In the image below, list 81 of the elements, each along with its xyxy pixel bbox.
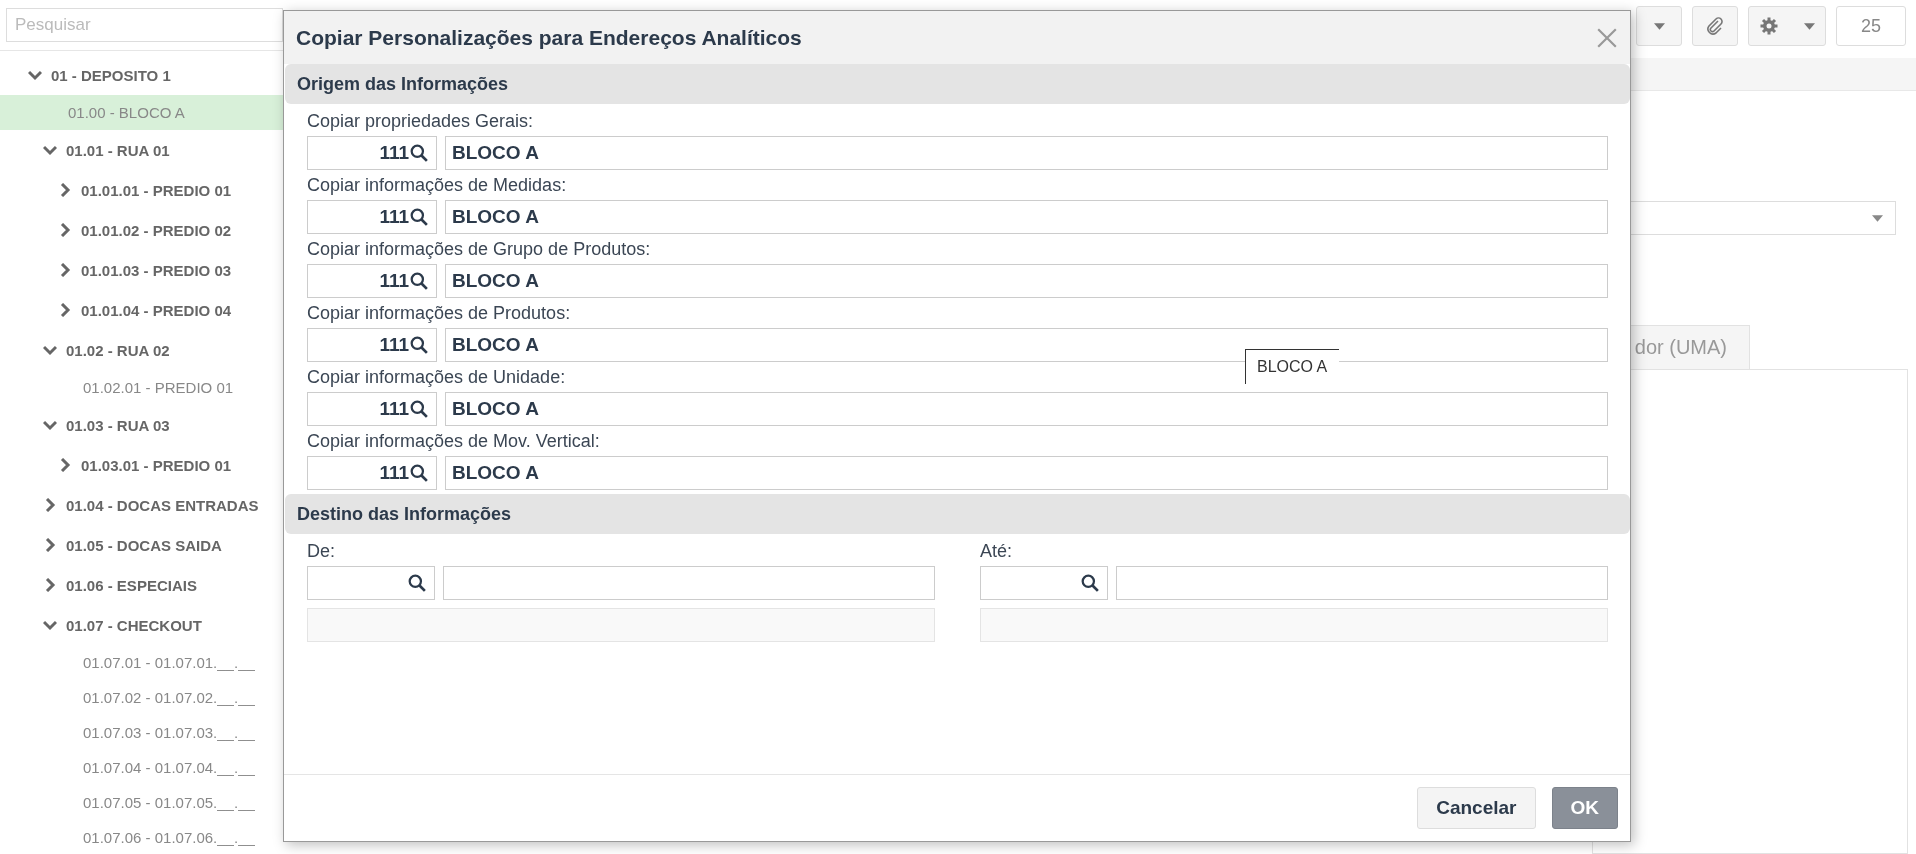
chevron-right-icon xyxy=(43,578,57,592)
settings-button[interactable] xyxy=(1748,6,1826,46)
tree-item[interactable]: 01.01 - RUA 01 xyxy=(0,130,283,170)
chevron-down-icon xyxy=(43,343,57,357)
name-field[interactable]: BLOCO A xyxy=(445,392,1608,426)
tree-item[interactable]: 01.01.03 - PREDIO 03 xyxy=(0,250,283,290)
close-icon[interactable] xyxy=(1596,26,1618,49)
search-icon[interactable] xyxy=(410,336,428,354)
code-field[interactable]: 111 xyxy=(307,136,437,170)
search-icon[interactable] xyxy=(410,400,428,418)
chevron-down-icon xyxy=(43,143,57,157)
tree-item[interactable]: 01.07.02 - 01.07.02.__.__ xyxy=(0,680,283,715)
caret-icon xyxy=(1872,214,1883,222)
tree-item[interactable]: 01.04 - DOCAS ENTRADAS xyxy=(0,485,283,525)
code-field[interactable]: 111 xyxy=(307,200,437,234)
caret-icon xyxy=(1804,22,1815,30)
tree-item[interactable]: 01.01.02 - PREDIO 02 xyxy=(0,210,283,250)
chevron-right-icon xyxy=(58,263,72,277)
field-label: De: xyxy=(307,540,335,563)
code-field[interactable] xyxy=(307,566,435,600)
search-icon[interactable] xyxy=(408,574,426,592)
field-label: Copiar informações de Produtos: xyxy=(307,302,571,325)
tree-item[interactable]: 01.07.04 - 01.07.04.__.__ xyxy=(0,750,283,785)
search-icon[interactable] xyxy=(410,208,428,226)
field-label: Até: xyxy=(980,540,1013,563)
chevron-right-icon xyxy=(58,223,72,237)
tree-item[interactable]: 01.01.01 - PREDIO 01 xyxy=(0,170,283,210)
name-field[interactable]: BLOCO A xyxy=(445,136,1608,170)
search-icon[interactable] xyxy=(410,144,428,162)
section-header: Origem das Informações xyxy=(285,64,1630,104)
tree-item[interactable]: 01 - DEPOSITO 1 xyxy=(0,55,283,95)
code-field[interactable] xyxy=(980,566,1108,600)
code-field[interactable]: 111 xyxy=(307,328,437,362)
tree-item[interactable]: 01.07.05 - 01.07.05.__.__ xyxy=(0,785,283,820)
code-field[interactable]: 111 xyxy=(307,456,437,490)
field-label: Copiar informações de Mov. Vertical: xyxy=(307,430,600,453)
search-icon[interactable] xyxy=(1081,574,1099,592)
code-field[interactable]: 111 xyxy=(307,264,437,298)
chevron-right-icon xyxy=(43,538,57,552)
tooltip: BLOCO A xyxy=(1245,349,1340,384)
ok-button[interactable]: OK xyxy=(1551,787,1618,829)
search-icon[interactable] xyxy=(410,464,428,482)
search-icon[interactable] xyxy=(410,272,428,290)
field-label: Copiar informações de Grupo de Produtos: xyxy=(307,238,651,261)
dialog-title: Copiar Personalizações para Endereços Analíticos xyxy=(296,25,802,50)
select-field[interactable] xyxy=(1630,201,1896,235)
field-label: Copiar informações de Unidade: xyxy=(307,366,566,389)
name-field[interactable] xyxy=(1116,566,1608,600)
tree-item[interactable]: 01.07.03 - 01.07.03.__.__ xyxy=(0,715,283,750)
paperclip-icon xyxy=(1705,16,1725,36)
chevron-right-icon xyxy=(58,183,72,197)
chevron-down-icon xyxy=(28,68,42,82)
name-field[interactable] xyxy=(443,566,935,600)
search-field[interactable]: Pesquisar xyxy=(6,8,283,42)
chevron-down-icon xyxy=(43,618,57,632)
chevron-down-icon xyxy=(43,418,57,432)
tree-item[interactable]: 01.06 - ESPECIAIS xyxy=(0,565,283,605)
tree-item[interactable]: 01.01.04 - PREDIO 04 xyxy=(0,290,283,330)
section-header: Destino das Informações xyxy=(285,494,1630,534)
field-label: Copiar propriedades Gerais: xyxy=(307,110,534,133)
caret-icon xyxy=(1653,22,1665,30)
attachment-button[interactable] xyxy=(1692,6,1738,46)
tree-item[interactable]: 01.02 - RUA 02 xyxy=(0,330,283,370)
name-field[interactable]: BLOCO A xyxy=(445,200,1608,234)
name-field[interactable]: BLOCO A xyxy=(445,264,1608,298)
tree-item[interactable]: 01.07.01 - 01.07.01.__.__ xyxy=(0,645,283,680)
name-field[interactable]: BLOCO A xyxy=(445,456,1608,490)
chevron-right-icon xyxy=(43,498,57,512)
tree-item[interactable]: 01.00 - BLOCO A xyxy=(0,95,283,130)
tree-item[interactable]: 01.07 - CHECKOUT xyxy=(0,605,283,645)
tree-item[interactable]: 01.03.01 - PREDIO 01 xyxy=(0,445,283,485)
tree-item[interactable]: 01.02.01 - PREDIO 01 xyxy=(0,370,283,405)
cancel-button[interactable]: Cancelar xyxy=(1417,787,1536,829)
chevron-right-icon xyxy=(58,458,72,472)
tree-item[interactable]: 01.07.06 - 01.07.06.__.__ xyxy=(0,820,283,854)
chevron-right-icon xyxy=(58,303,72,317)
code-field[interactable]: 111 xyxy=(307,392,437,426)
tree-item[interactable]: 01.05 - DOCAS SAIDA xyxy=(0,525,283,565)
tree-item[interactable]: 01.03 - RUA 03 xyxy=(0,405,283,445)
page-size-field[interactable]: 25 xyxy=(1836,6,1906,46)
field-label: Copiar informações de Medidas: xyxy=(307,174,567,197)
